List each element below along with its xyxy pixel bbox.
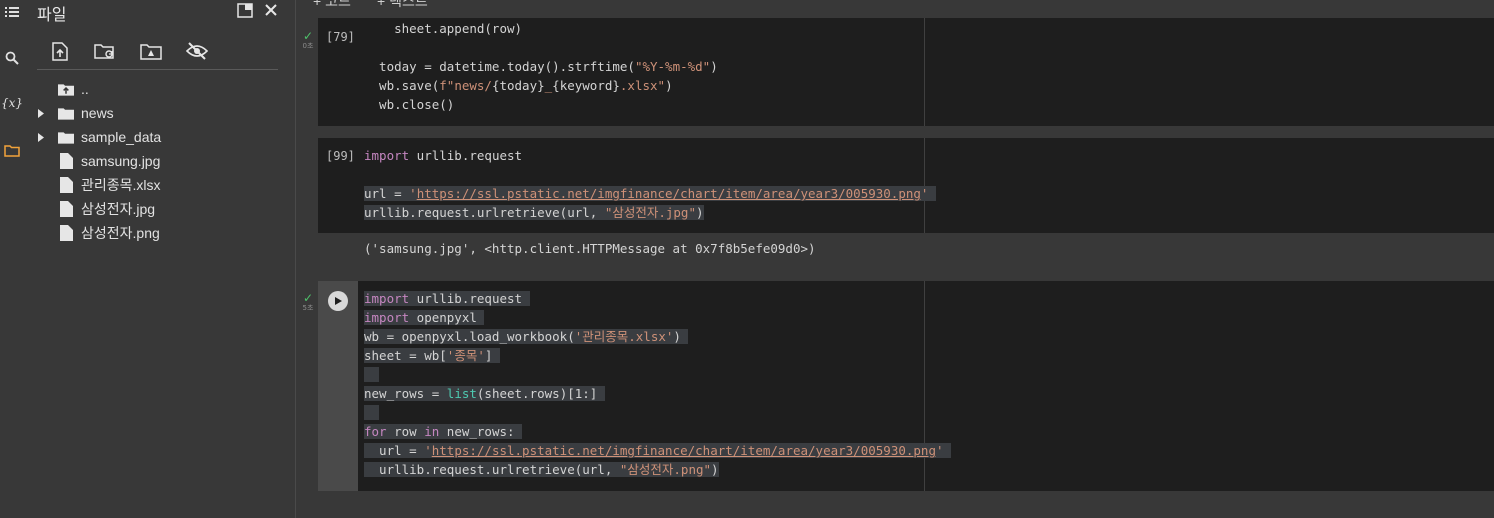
- tree-item-sample-data[interactable]: sample_data: [24, 125, 296, 149]
- file-icon: [58, 177, 74, 193]
- expand-caret-icon[interactable]: [37, 132, 45, 142]
- exec-time: 0초: [302, 42, 314, 50]
- code-cell-focused[interactable]: import urllib.request import openpyxl wb…: [318, 281, 1494, 491]
- notebook-area: + 코드 + 텍스트 ✓ 0초 [79] sheet.append(row) t…: [297, 0, 1494, 518]
- code-cell[interactable]: [79] sheet.append(row) today = datetime.…: [318, 18, 1494, 126]
- tree-item-label: 삼성전자.jpg: [81, 201, 156, 217]
- expand-caret-icon[interactable]: [37, 108, 45, 118]
- exec-count: [99]: [326, 149, 355, 163]
- cell-status: ✓ 5초: [300, 292, 316, 313]
- close-icon[interactable]: [260, 0, 282, 20]
- tree-item-label: samsung.jpg: [81, 153, 161, 169]
- folder-icon: [58, 129, 74, 145]
- tree-item-file[interactable]: 관리종목.xlsx: [24, 173, 296, 197]
- hide-hidden-files-icon[interactable]: [184, 38, 210, 64]
- code-editor[interactable]: import urllib.request url = 'https://ssl…: [364, 146, 936, 222]
- folder-icon[interactable]: [2, 140, 22, 160]
- exec-count: [79]: [326, 30, 355, 44]
- mount-drive-icon[interactable]: [138, 38, 164, 64]
- code-cell[interactable]: [99] import urllib.request url = 'https:…: [318, 138, 1494, 233]
- cell-divider: [924, 18, 925, 126]
- refresh-folder-icon[interactable]: [92, 38, 118, 64]
- tree-item-label: 삼성전자.png: [81, 225, 160, 241]
- tree-item-label: ..: [81, 81, 89, 97]
- tree-item-file[interactable]: 삼성전자.png: [24, 221, 296, 245]
- check-icon: ✓: [302, 29, 314, 43]
- tree-item-parent[interactable]: ..: [24, 77, 296, 101]
- cell-output: ('samsung.jpg', <http.client.HTTPMessage…: [318, 238, 1494, 268]
- code-editor[interactable]: sheet.append(row) today = datetime.today…: [364, 19, 718, 114]
- detach-panel-icon[interactable]: [234, 0, 256, 20]
- file-icon: [58, 153, 74, 169]
- search-icon[interactable]: [2, 48, 22, 68]
- folder-up-icon: [58, 81, 74, 97]
- cell-status: ✓ 0초: [300, 30, 316, 51]
- tree-item-label: sample_data: [81, 129, 162, 145]
- files-panel: 파일 .. news sample_data samsung.jpg 관리종목.…: [24, 0, 296, 518]
- tree-item-file[interactable]: samsung.jpg: [24, 149, 296, 173]
- file-icon: [58, 201, 74, 217]
- panel-title: 파일: [37, 5, 67, 24]
- variables-icon[interactable]: {x}: [1, 93, 23, 113]
- check-icon: ✓: [302, 291, 314, 305]
- notebook-toolbar: + 코드 + 텍스트: [297, 0, 1494, 18]
- colab-window: {x} 파일 .. news sample_data samsung.jpg 관…: [0, 0, 1494, 518]
- left-rail: {x}: [0, 0, 24, 518]
- output-text: ('samsung.jpg', <http.client.HTTPMessage…: [364, 241, 816, 256]
- add-code-button[interactable]: + 코드: [313, 0, 351, 11]
- exec-time: 5초: [302, 304, 314, 312]
- file-tree: .. news sample_data samsung.jpg 관리종목.xls…: [24, 77, 296, 245]
- tree-item-file[interactable]: 삼성전자.jpg: [24, 197, 296, 221]
- files-toolbar: [37, 36, 278, 70]
- code-editor[interactable]: import urllib.request import openpyxl wb…: [364, 289, 952, 479]
- add-text-button[interactable]: + 텍스트: [377, 0, 428, 11]
- file-icon: [58, 225, 74, 241]
- cell-gutter: [318, 281, 358, 491]
- tree-item-news[interactable]: news: [24, 101, 296, 125]
- run-cell-button[interactable]: [328, 291, 348, 311]
- table-of-contents-icon[interactable]: [2, 2, 22, 22]
- upload-file-icon[interactable]: [47, 38, 73, 64]
- tree-item-label: 관리종목.xlsx: [81, 177, 161, 193]
- folder-icon: [58, 105, 74, 121]
- tree-item-label: news: [81, 105, 114, 121]
